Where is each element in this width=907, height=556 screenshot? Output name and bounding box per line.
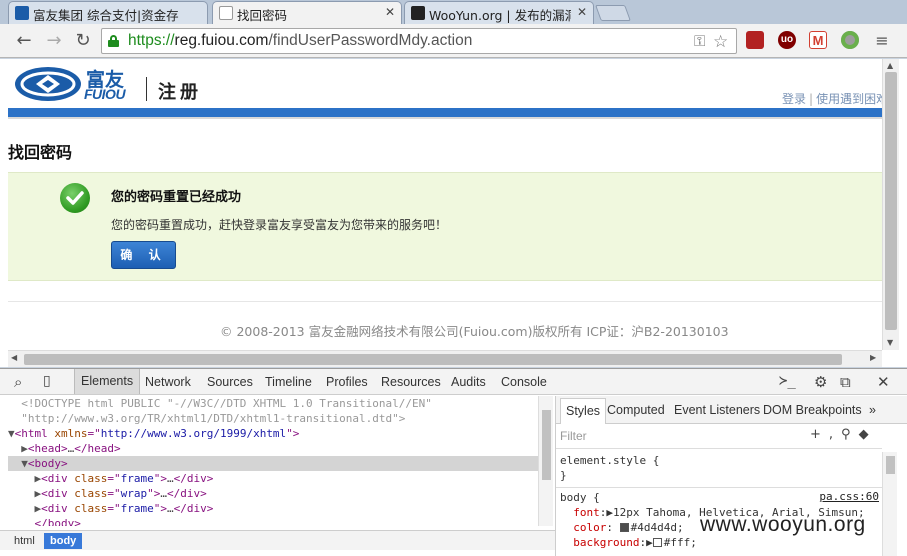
logo-divider [146,77,147,101]
styles-tab-dom-breakpoints[interactable]: DOM Breakpoints [763,403,862,417]
scrollbar-thumb[interactable] [885,72,897,330]
page-title: 找回密码 [8,143,73,162]
dock-side-icon[interactable]: ⧉ [840,373,851,391]
dom-node-body-close[interactable]: </body> [8,516,538,526]
breadcrumb: html body [0,530,555,550]
header-grey-line [8,117,882,119]
dom-node-html[interactable]: ▼<html xmlns="http://www.w3.org/1999/xht… [8,426,538,441]
elements-tree[interactable]: <!DOCTYPE html PUBLIC "-//W3C//DTD XHTML… [8,396,538,526]
color-swatch[interactable] [619,523,629,532]
fuiou-logo-icon [15,67,81,101]
copyright-text: © 2008-2013 富友金融网络技术有限公司(Fuiou.com)版权所有 … [220,324,729,339]
styles-tab-computed[interactable]: Computed [607,403,665,417]
dom-node-head[interactable]: ▶<head>…</head> [8,441,538,456]
settings-gear-icon[interactable]: ⚙ [814,373,827,391]
address-bar[interactable]: https://reg.fuiou.com/findUserPasswordMd… [101,28,737,54]
device-mode-icon[interactable]: ▯ [43,373,51,389]
wooyun-favicon-icon [411,6,425,20]
scroll-left-icon[interactable]: ◀ [11,353,17,362]
devtools-tab-elements[interactable]: Elements [74,369,141,394]
success-title: 您的密码重置已经成功 [111,190,242,205]
menu-hamburger-icon[interactable]: ≡ [872,31,892,51]
styles-tabs: Styles Computed Event Listeners DOM Brea… [556,396,907,424]
new-tab-button[interactable] [595,5,631,21]
footer-divider [8,301,882,302]
scroll-down-icon[interactable]: ▼ [887,338,893,347]
status-extension-icon[interactable] [841,31,859,49]
logo-english-text: FUIOU [84,86,126,102]
dom-node-div-wrap[interactable]: ▶<div class="wrap">…</div> [8,486,538,501]
inspect-search-icon[interactable]: ⌕ [14,373,22,391]
page-favicon-icon [219,6,233,20]
login-link[interactable]: 登录 [782,92,806,106]
success-check-icon [60,183,90,213]
devtools-tab-resources[interactable]: Resources [381,375,441,389]
styles-filter-input[interactable]: Filter [560,429,587,443]
styles-scrollbar[interactable] [882,452,897,556]
bookmark-star-icon[interactable]: ☆ [713,32,728,52]
breadcrumb-html[interactable]: html [8,533,41,549]
browser-tab-find-password[interactable]: 找回密码 ✕ [212,1,402,24]
devtools-tab-profiles[interactable]: Profiles [326,375,368,389]
tab-title: 富友集团 综合支付|资金存 [33,8,179,23]
close-tab-icon[interactable]: ✕ [577,5,587,19]
page-vertical-scrollbar[interactable]: ▲ ▼ [882,59,899,350]
fuiou-favicon-icon [15,6,29,20]
devtools-tab-network[interactable]: Network [145,375,191,389]
tab-title: WooYun.org | 发布的漏洞 [429,8,571,23]
element-style-rule[interactable]: element.style { } [560,453,659,483]
key-icon[interactable]: ⚿ [694,32,705,50]
devtools-toolbar: ⌕ ▯ Elements Network Sources Timeline Pr… [0,369,907,395]
styles-tab-event-listeners[interactable]: Event Listeners [674,403,760,417]
devtools-tab-audits[interactable]: Audits [451,375,486,389]
success-message: 您的密码重置成功，赶快登录富友享受富友为您带来的服务吧！ [111,218,448,232]
color-swatch[interactable] [652,538,662,547]
forward-arrow-icon[interactable]: → [44,31,64,51]
stylesheet-source-link[interactable]: pa.css:60 [819,490,879,503]
toggle-element-state-icon[interactable]: ◆ [859,427,877,442]
dom-node-div-frame[interactable]: ▶<div class="frame">…</div> [8,501,538,516]
elements-scrollbar[interactable] [538,396,553,526]
success-panel: 您的密码重置已经成功 您的密码重置成功，赶快登录富友享受富友为您带来的服务吧！ … [8,172,882,281]
more-tabs-icon[interactable]: » [869,403,876,417]
dom-node-div-frame[interactable]: ▶<div class="frame">…</div> [8,471,538,486]
book-extension-icon[interactable] [746,31,764,49]
register-title: 注册 [158,82,202,103]
wooyun-watermark: www.wooyun.org [700,513,866,536]
doctype-line: <!DOCTYPE html PUBLIC "-//W3C//DTD XHTML… [8,397,432,410]
pin-state-icon[interactable]: ⚲ [841,427,859,442]
header-blue-bar [8,108,882,117]
close-tab-icon[interactable]: ✕ [385,5,395,19]
scroll-up-icon[interactable]: ▲ [887,61,893,70]
browser-tab-wooyun[interactable]: WooYun.org | 发布的漏洞 ✕ [404,1,594,24]
confirm-button[interactable]: 确 认 [111,241,176,269]
breadcrumb-body[interactable]: body [44,533,83,549]
console-drawer-icon[interactable]: ≻_ [779,373,796,389]
new-rule-icon[interactable]: +, [810,427,841,442]
help-link[interactable]: 使用遇到困难 [816,92,888,106]
devtools-tab-sources[interactable]: Sources [207,375,253,389]
browser-toolbar: ← → ↻ https://reg.fuiou.com/findUserPass… [0,24,907,58]
devtools-tab-timeline[interactable]: Timeline [265,375,312,389]
scroll-right-icon[interactable]: ▶ [870,353,876,362]
tab-title: 找回密码 [237,8,288,23]
reload-icon[interactable]: ↻ [73,31,93,51]
doctype-line: "http://www.w3.org/TR/xhtml1/DTD/xhtml1-… [8,412,406,425]
url-text[interactable]: https://reg.fuiou.com/findUserPasswordMd… [128,32,472,50]
styles-tab-styles[interactable]: Styles [560,398,607,424]
page-horizontal-scrollbar[interactable]: ◀ ▶ [8,350,882,367]
tab-strip: 富友集团 综合支付|资金存 找回密码 ✕ WooYun.org | 发布的漏洞 … [0,0,907,24]
devtools-tab-console[interactable]: Console [501,375,547,389]
dom-node-body[interactable]: ▼<body> [8,456,538,471]
secure-lock-icon [108,35,119,47]
back-arrow-icon[interactable]: ← [14,31,34,51]
page-viewport: 富友 FUIOU 注册 登录 | 使用遇到困难 找回密码 您的密码重置已经成功 您的… [0,59,907,367]
scrollbar-thumb[interactable] [24,354,842,365]
gmail-extension-icon[interactable]: M [809,31,827,49]
top-links: 登录 | 使用遇到困难 [782,92,889,106]
browser-tab-fuiou-group[interactable]: 富友集团 综合支付|资金存 [8,1,208,24]
ublock-extension-icon[interactable]: uo [778,31,796,49]
close-devtools-icon[interactable]: ✕ [877,373,890,391]
